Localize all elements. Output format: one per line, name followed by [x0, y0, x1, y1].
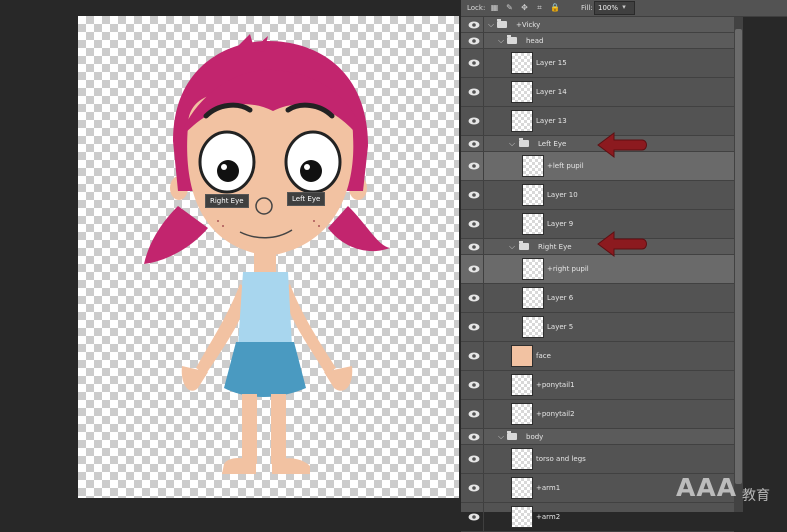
right-eye-label: Right Eye — [205, 194, 249, 208]
layer-name: Layer 14 — [536, 88, 567, 96]
layer-name: torso and legs — [536, 455, 586, 463]
visibility-eye-icon[interactable] — [468, 455, 480, 463]
visibility-eye-icon[interactable] — [468, 88, 480, 96]
folder-icon — [497, 18, 507, 28]
layer-row[interactable]: +ponytail1 — [461, 371, 734, 400]
layer-name: body — [526, 432, 544, 441]
folder-icon — [519, 137, 529, 147]
layer-row[interactable]: Layer 6 — [461, 284, 734, 313]
layer-name: +ponytail1 — [536, 381, 575, 389]
layer-name: Right Eye — [538, 242, 572, 251]
layer-name: +right pupil — [547, 265, 589, 273]
layer-name: +arm2 — [536, 513, 561, 521]
layer-thumbnail — [522, 213, 544, 235]
visibility-eye-icon[interactable] — [468, 381, 480, 389]
red-arrow-icon — [597, 132, 647, 158]
document-canvas[interactable]: Right Eye Left Eye — [78, 16, 459, 498]
lock-all-icon[interactable]: 🔒 — [550, 3, 560, 12]
layer-name: +ponytail2 — [536, 410, 575, 418]
folder-icon — [507, 34, 517, 44]
visibility-eye-icon[interactable] — [468, 294, 480, 302]
layer-thumbnail — [522, 258, 544, 280]
layer-thumbnail — [511, 110, 533, 132]
visibility-eye-icon[interactable] — [468, 21, 480, 29]
folder-icon — [519, 240, 529, 250]
layer-thumbnail — [522, 184, 544, 206]
visibility-eye-icon[interactable] — [468, 323, 480, 331]
layer-row[interactable]: torso and legs — [461, 445, 734, 474]
layer-thumbnail — [511, 448, 533, 470]
visibility-eye-icon[interactable] — [468, 162, 480, 170]
visibility-eye-icon[interactable] — [468, 191, 480, 199]
visibility-eye-icon[interactable] — [468, 37, 480, 45]
layer-name: +arm1 — [536, 484, 561, 492]
layer-name: Layer 5 — [547, 323, 574, 331]
chevron-down-icon[interactable]: ⌵ — [498, 36, 504, 46]
layer-name: Layer 10 — [547, 191, 578, 199]
visibility-eye-icon[interactable] — [468, 243, 480, 251]
layer-name: head — [526, 36, 544, 45]
layer-thumbnail — [511, 52, 533, 74]
layer-row[interactable]: Layer 14 — [461, 78, 734, 107]
layer-group-head[interactable]: ⌵ head — [461, 33, 734, 49]
layer-row[interactable]: +ponytail2 — [461, 400, 734, 429]
layer-row[interactable]: Layer 5 — [461, 313, 734, 342]
layer-thumbnail — [522, 287, 544, 309]
visibility-eye-icon[interactable] — [468, 433, 480, 441]
layer-group-vicky[interactable]: ⌵ +Vicky — [461, 17, 734, 33]
chevron-down-icon[interactable]: ⌵ — [498, 432, 504, 442]
lock-transparent-pixels-icon[interactable]: ▦ — [490, 3, 499, 12]
layers-scrollbar[interactable] — [734, 17, 743, 512]
visibility-eye-icon[interactable] — [468, 117, 480, 125]
layer-row[interactable]: face — [461, 342, 734, 371]
layer-row[interactable]: +arm2 — [461, 503, 734, 532]
character-illustration — [144, 34, 390, 474]
layer-name: Left Eye — [538, 139, 567, 148]
lock-label: Lock: — [467, 4, 486, 12]
lock-artboard-icon[interactable]: ⌗ — [535, 3, 544, 12]
visibility-eye-icon[interactable] — [468, 220, 480, 228]
layer-name: Layer 15 — [536, 59, 567, 67]
watermark-logo: AAA — [676, 473, 738, 502]
watermark-text: 教育 — [742, 488, 770, 504]
visibility-eye-icon[interactable] — [468, 59, 480, 67]
layer-row[interactable]: Layer 10 — [461, 181, 734, 210]
visibility-eye-icon[interactable] — [468, 352, 480, 360]
lock-position-icon[interactable]: ✥ — [520, 3, 529, 12]
layer-name: Layer 6 — [547, 294, 574, 302]
visibility-eye-icon[interactable] — [468, 410, 480, 418]
visibility-eye-icon[interactable] — [468, 265, 480, 273]
panel-gutter — [743, 17, 787, 512]
red-arrow-icon — [597, 231, 647, 257]
layer-thumbnail — [511, 374, 533, 396]
chevron-down-icon[interactable]: ⌵ — [509, 242, 515, 252]
layer-thumbnail — [522, 155, 544, 177]
visibility-eye-icon[interactable] — [468, 140, 480, 148]
left-eye-label: Left Eye — [287, 192, 326, 206]
chevron-down-icon[interactable]: ⌵ — [509, 139, 515, 149]
layer-thumbnail — [511, 477, 533, 499]
layer-thumbnail — [511, 345, 533, 367]
layer-name: Layer 9 — [547, 220, 574, 228]
lock-fill-bar: Lock: ▦ ✎ ✥ ⌗ 🔒 Fill: 100% ▾ — [461, 0, 787, 17]
layer-thumbnail — [522, 316, 544, 338]
chevron-down-icon[interactable]: ⌵ — [488, 20, 494, 30]
layer-row[interactable]: Layer 15 — [461, 49, 734, 78]
layer-thumbnail — [511, 506, 533, 528]
layer-name: +Vicky — [516, 20, 541, 29]
visibility-eye-icon[interactable] — [468, 484, 480, 492]
visibility-eye-icon[interactable] — [468, 513, 480, 521]
fill-label: Fill: — [581, 4, 593, 12]
layer-name: +left pupil — [547, 162, 584, 170]
folder-icon — [507, 430, 517, 440]
layer-name: face — [536, 352, 551, 360]
layer-group-body[interactable]: ⌵ body — [461, 429, 734, 445]
scrollbar-thumb[interactable] — [735, 29, 742, 484]
layer-thumbnail — [511, 403, 533, 425]
layer-name: Layer 13 — [536, 117, 567, 125]
fill-dropdown-icon[interactable]: ▾ — [619, 1, 629, 13]
lock-image-pixels-icon[interactable]: ✎ — [505, 3, 514, 12]
layers-list: ⌵ +Vicky ⌵ head Layer 15 Layer 14 Layer … — [461, 17, 734, 532]
layer-thumbnail — [511, 81, 533, 103]
